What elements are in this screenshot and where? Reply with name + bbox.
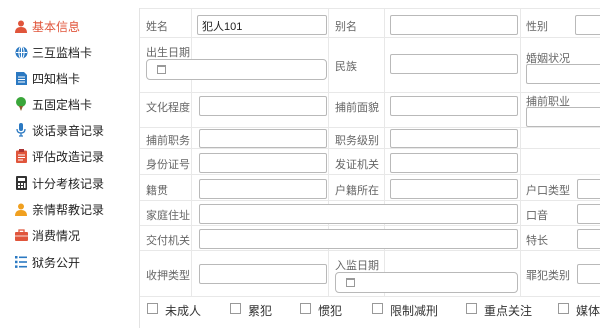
position-input[interactable] (199, 129, 327, 148)
sidebar-item-consumption[interactable]: 消费情况 (14, 225, 80, 245)
recidivist-checkbox-label: 累犯 (248, 304, 273, 318)
sidebar-item-family-help-records[interactable]: 亲情帮教记录 (14, 199, 104, 219)
home-address-input[interactable] (199, 204, 518, 224)
sidebar-item-score-records[interactable]: 计分考核记录 (14, 173, 104, 193)
habitual-offender-checkbox-label: 惯犯 (318, 304, 343, 318)
sidebar: 基本信息 三互监档卡 四知档卡 五固定档卡 谈话录音记录 评估改造记录 计分考核… (0, 0, 133, 317)
sidebar-item-label: 谈话录音记录 (32, 123, 105, 138)
column-divider (191, 8, 192, 297)
sidebar-item-talk-records[interactable]: 谈话录音记录 (14, 120, 104, 140)
restricted-commutation-checkbox[interactable] (372, 303, 383, 314)
ethnicity-label: 民族 (335, 61, 357, 73)
sidebar-item-prison-affairs[interactable]: 狱务公开 (14, 252, 80, 272)
minor-checkbox[interactable] (147, 303, 158, 314)
sidebar-item-four-know-card[interactable]: 四知档卡 (14, 68, 80, 88)
admission-date-input[interactable] (335, 272, 518, 293)
key-focus-checkbox[interactable] (466, 303, 477, 314)
specialty-label: 特长 (526, 235, 548, 247)
delivery-authority-input[interactable] (199, 229, 518, 249)
key-focus-checkbox-label: 重点关注 (484, 304, 533, 318)
birthdate-input[interactable] (146, 59, 327, 80)
sidebar-item-label: 狱务公开 (32, 255, 81, 270)
home-address-label: 家庭住址 (146, 210, 190, 222)
sidebar-item-label: 亲情帮教记录 (32, 202, 105, 217)
document-icon (14, 71, 28, 85)
minor-checkbox-label: 未成人 (165, 304, 202, 318)
sidebar-item-label: 评估改造记录 (32, 149, 105, 164)
accent-label: 口音 (526, 210, 548, 222)
briefcase-icon (14, 228, 28, 242)
position-label: 捕前职务 (146, 135, 190, 147)
sidebar-item-label: 三互监档卡 (32, 45, 93, 60)
sidebar-item-label: 五固定档卡 (32, 97, 93, 112)
gender-label: 性别 (526, 21, 548, 33)
calculator-icon (14, 176, 28, 190)
globe-icon (14, 45, 28, 59)
sidebar-item-label: 计分考核记录 (32, 176, 105, 191)
column-divider (328, 8, 329, 297)
column-divider (384, 8, 385, 297)
name-input[interactable]: 犯人101 (197, 15, 327, 35)
column-divider (520, 8, 521, 297)
sidebar-item-assessment-records[interactable]: 评估改造记录 (14, 146, 104, 166)
sidebar-item-label: 四知档卡 (32, 71, 81, 86)
calendar-icon (346, 278, 355, 287)
sidebar-item-three-mutual-card[interactable]: 三互监档卡 (14, 42, 92, 62)
sidebar-item-five-fixed-card[interactable]: 五固定档卡 (14, 94, 92, 114)
occupation-input[interactable] (526, 107, 600, 127)
restricted-commutation-checkbox-label: 限制减刑 (390, 304, 439, 318)
education-input[interactable] (199, 96, 327, 116)
name-label: 姓名 (146, 21, 168, 33)
political-status-input[interactable] (390, 96, 518, 116)
user-icon (14, 202, 28, 216)
recidivist-checkbox[interactable] (230, 303, 241, 314)
household-type-input[interactable] (577, 179, 600, 199)
household-type-label: 户口类型 (526, 185, 570, 197)
sidebar-item-basic-info[interactable]: 基本信息 (14, 16, 80, 36)
delivery-authority-label: 交付机关 (146, 235, 190, 247)
microphone-icon (14, 123, 28, 137)
habitual-offender-checkbox[interactable] (300, 303, 311, 314)
media-checkbox[interactable] (558, 303, 569, 314)
crime-type-input[interactable] (577, 264, 600, 284)
household-location-label: 户籍所在 (335, 185, 379, 197)
list-icon (14, 255, 28, 269)
sidebar-item-label: 基本信息 (32, 19, 81, 34)
detention-type-label: 收押类型 (146, 270, 190, 282)
basic-info-form: 姓名 犯人101 别名 性别 ▼ 出生日期 民族 婚姻状况 文化程度 捕前面貌 … (139, 8, 600, 328)
marital-status-input[interactable] (526, 64, 600, 84)
detention-type-input[interactable] (199, 264, 327, 284)
birthdate-label: 出生日期 (146, 47, 190, 59)
issuing-authority-label: 发证机关 (335, 159, 379, 171)
id-number-input[interactable] (199, 153, 327, 173)
ethnicity-input[interactable] (390, 54, 518, 74)
specialty-input[interactable] (577, 229, 600, 249)
household-location-input[interactable] (390, 179, 518, 199)
admission-date-label: 入监日期 (335, 260, 379, 272)
sidebar-item-label: 消费情况 (32, 228, 81, 243)
clipboard-icon (14, 149, 28, 163)
accent-input[interactable] (577, 204, 600, 224)
education-label: 文化程度 (146, 102, 190, 114)
alias-label: 别名 (335, 21, 357, 33)
gender-select[interactable]: ▼ (575, 15, 600, 35)
media-checkbox-label: 媒体 (576, 304, 600, 318)
native-place-input[interactable] (199, 179, 327, 199)
position-rank-input[interactable] (390, 129, 518, 148)
native-place-label: 籍贯 (146, 185, 168, 197)
alias-input[interactable] (390, 15, 518, 35)
crime-type-label: 罪犯类别 (526, 270, 570, 282)
id-number-label: 身份证号 (146, 159, 190, 171)
person-icon (14, 19, 28, 33)
pin-icon (14, 97, 28, 111)
calendar-icon (157, 65, 166, 74)
issuing-authority-input[interactable] (390, 153, 518, 173)
political-status-label: 捕前面貌 (335, 102, 379, 114)
position-rank-label: 职务级别 (335, 135, 379, 147)
